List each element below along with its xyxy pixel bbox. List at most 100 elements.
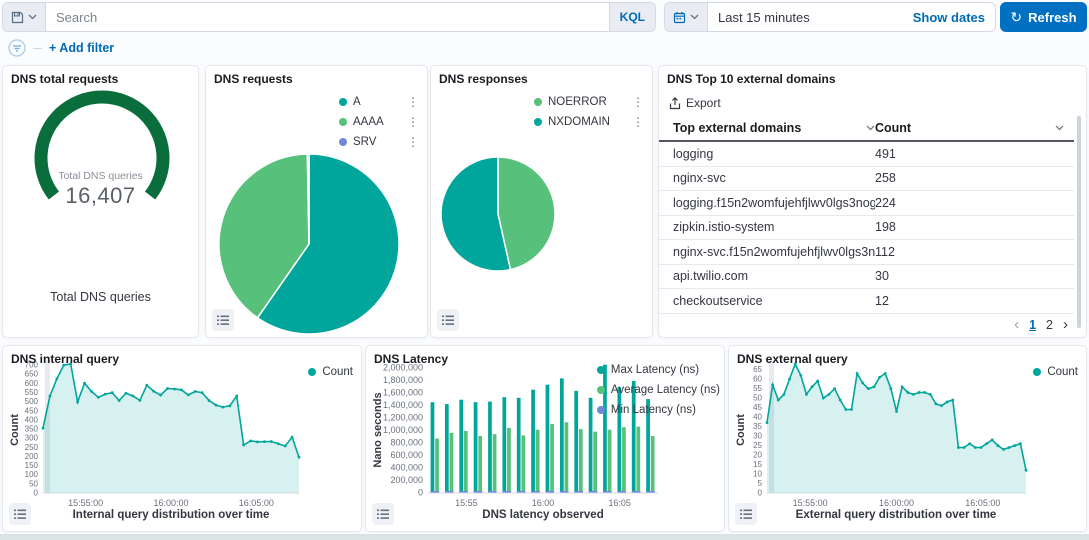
svg-text:16:00:00: 16:00:00 xyxy=(879,498,914,508)
next-row-panels-edge xyxy=(0,534,1089,540)
legend-label: NOERROR xyxy=(548,96,607,108)
legend: A⋮AAAA⋮SRV⋮ xyxy=(339,92,419,152)
table-row[interactable]: api.twilio.com30 xyxy=(659,265,1074,290)
time-range-label[interactable]: Last 15 minutes xyxy=(708,10,810,25)
dashboard: KQL Last 15 minutes Show dates ↻ Refresh… xyxy=(0,0,1089,540)
svg-text:250: 250 xyxy=(25,443,39,452)
svg-text:16:05:00: 16:05:00 xyxy=(965,498,1000,508)
panel-title: DNS requests xyxy=(214,72,293,86)
legend-toggle-button[interactable] xyxy=(372,503,394,525)
legend-item[interactable]: Count xyxy=(1033,362,1078,382)
list-icon xyxy=(442,315,454,326)
panel-dns-latency: DNS Latency Nano seconds 0200,000400,000… xyxy=(365,345,725,532)
refresh-button[interactable]: ↻ Refresh xyxy=(1000,2,1087,32)
chevron-down-icon xyxy=(866,125,875,131)
legend-toggle-button[interactable] xyxy=(212,309,234,331)
legend: NOERROR⋮NXDOMAIN⋮ xyxy=(534,92,644,132)
legend-label: Count xyxy=(322,366,353,378)
legend-item[interactable]: A⋮ xyxy=(339,92,419,112)
svg-text:10: 10 xyxy=(753,470,762,479)
table-body: logging491nginx-svc258logging.f15n2womfu… xyxy=(659,142,1074,314)
svg-text:25: 25 xyxy=(753,441,762,450)
column-header-domains[interactable]: Top external domains xyxy=(659,121,875,135)
svg-text:200: 200 xyxy=(25,452,39,461)
search-input[interactable] xyxy=(46,10,609,25)
legend-toggle-button[interactable] xyxy=(9,503,31,525)
legend-dot-icon xyxy=(534,98,542,106)
cell-count: 224 xyxy=(875,196,1074,210)
date-quick-menu-button[interactable] xyxy=(665,3,708,31)
legend-label: Min Latency (ns) xyxy=(611,404,696,416)
legend-menu-icon[interactable]: ⋮ xyxy=(618,95,644,109)
legend-dot-icon xyxy=(308,368,316,376)
calendar-icon xyxy=(673,11,686,24)
legend-menu-icon[interactable]: ⋮ xyxy=(393,135,419,149)
pagination-page-2[interactable]: 2 xyxy=(1046,318,1053,332)
svg-text:15: 15 xyxy=(753,460,762,469)
gauge-bottom-label: Total DNS queries xyxy=(3,290,198,304)
table-row[interactable]: logging.f15n2womfujehfjlwv0lgs3nog....22… xyxy=(659,191,1074,216)
legend-item[interactable]: Min Latency (ns) xyxy=(597,400,720,420)
cell-domain: logging xyxy=(659,147,875,161)
svg-text:400,000: 400,000 xyxy=(390,462,423,472)
legend-menu-icon[interactable]: ⋮ xyxy=(618,115,644,129)
cell-domain: nginx-svc xyxy=(659,171,875,185)
legend-item[interactable]: NOERROR ⋮ xyxy=(534,92,644,112)
svg-text:60: 60 xyxy=(753,375,762,384)
svg-text:16:05:00: 16:05:00 xyxy=(239,498,274,508)
legend-item[interactable]: NXDOMAIN⋮ xyxy=(534,112,644,132)
kql-button[interactable]: KQL xyxy=(609,3,655,31)
cell-count: 30 xyxy=(875,269,1074,283)
svg-text:500: 500 xyxy=(25,397,39,406)
legend: Count xyxy=(308,362,353,382)
table-row[interactable]: zipkin.istio-system198 xyxy=(659,216,1074,241)
svg-text:65: 65 xyxy=(753,365,762,374)
table-row[interactable]: logging491 xyxy=(659,142,1074,167)
panel-dns-total-requests: DNS total requests Total DNS queries 16,… xyxy=(2,65,199,338)
legend-toggle-button[interactable] xyxy=(735,503,757,525)
svg-text:40: 40 xyxy=(753,413,762,422)
legend-menu-icon[interactable]: ⋮ xyxy=(393,115,419,129)
divider xyxy=(33,48,42,49)
cell-count: 491 xyxy=(875,147,1074,161)
svg-text:16:05: 16:05 xyxy=(608,498,631,508)
svg-text:45: 45 xyxy=(753,403,762,412)
column-header-count[interactable]: Count xyxy=(875,121,1074,135)
filter-icon[interactable] xyxy=(8,39,26,57)
x-axis-title: Internal query distribution over time xyxy=(43,509,299,521)
export-label: Export xyxy=(686,96,721,110)
list-icon xyxy=(377,509,389,520)
date-picker: Last 15 minutes Show dates xyxy=(664,2,996,32)
legend-item[interactable]: SRV⋮ xyxy=(339,132,419,152)
pagination-page-1[interactable]: 1 xyxy=(1029,318,1036,332)
panel-title: DNS Top 10 external domains xyxy=(667,72,836,86)
saved-query-menu-button[interactable] xyxy=(3,3,46,31)
svg-text:1,200,000: 1,200,000 xyxy=(383,412,423,422)
gauge-center-label: Total DNS queries xyxy=(3,170,198,182)
add-filter-button[interactable]: + Add filter xyxy=(49,41,114,55)
cell-domain: zipkin.istio-system xyxy=(659,220,875,234)
legend-item[interactable]: AAAA⋮ xyxy=(339,112,419,132)
pagination-prev-icon[interactable]: ‹ xyxy=(1014,316,1019,333)
list-icon xyxy=(217,315,229,326)
table-scrollbar[interactable] xyxy=(1077,116,1081,328)
show-dates-button[interactable]: Show dates xyxy=(913,10,995,25)
svg-text:1,600,000: 1,600,000 xyxy=(383,387,423,397)
filter-bar: + Add filter xyxy=(8,39,114,57)
svg-text:1,800,000: 1,800,000 xyxy=(383,375,423,385)
svg-text:600: 600 xyxy=(25,379,39,388)
svg-text:400: 400 xyxy=(25,415,39,424)
table-row[interactable]: nginx-svc258 xyxy=(659,167,1074,192)
svg-text:35: 35 xyxy=(753,422,762,431)
legend-item[interactable]: Max Latency (ns) xyxy=(597,360,720,380)
export-button[interactable]: Export xyxy=(669,96,721,110)
legend-menu-icon[interactable]: ⋮ xyxy=(393,95,419,109)
svg-text:15:55:00: 15:55:00 xyxy=(68,498,103,508)
table-row[interactable]: checkoutservice12 xyxy=(659,289,1074,314)
legend-item[interactable]: Count xyxy=(308,362,353,382)
table-row[interactable]: nginx-svc.f15n2womfujehfjlwv0lgs3no...11… xyxy=(659,240,1074,265)
legend-item[interactable]: Average Latency (ns) xyxy=(597,380,720,400)
refresh-label: Refresh xyxy=(1028,10,1076,25)
pagination-next-icon[interactable]: › xyxy=(1063,316,1068,333)
legend-toggle-button[interactable] xyxy=(437,309,459,331)
